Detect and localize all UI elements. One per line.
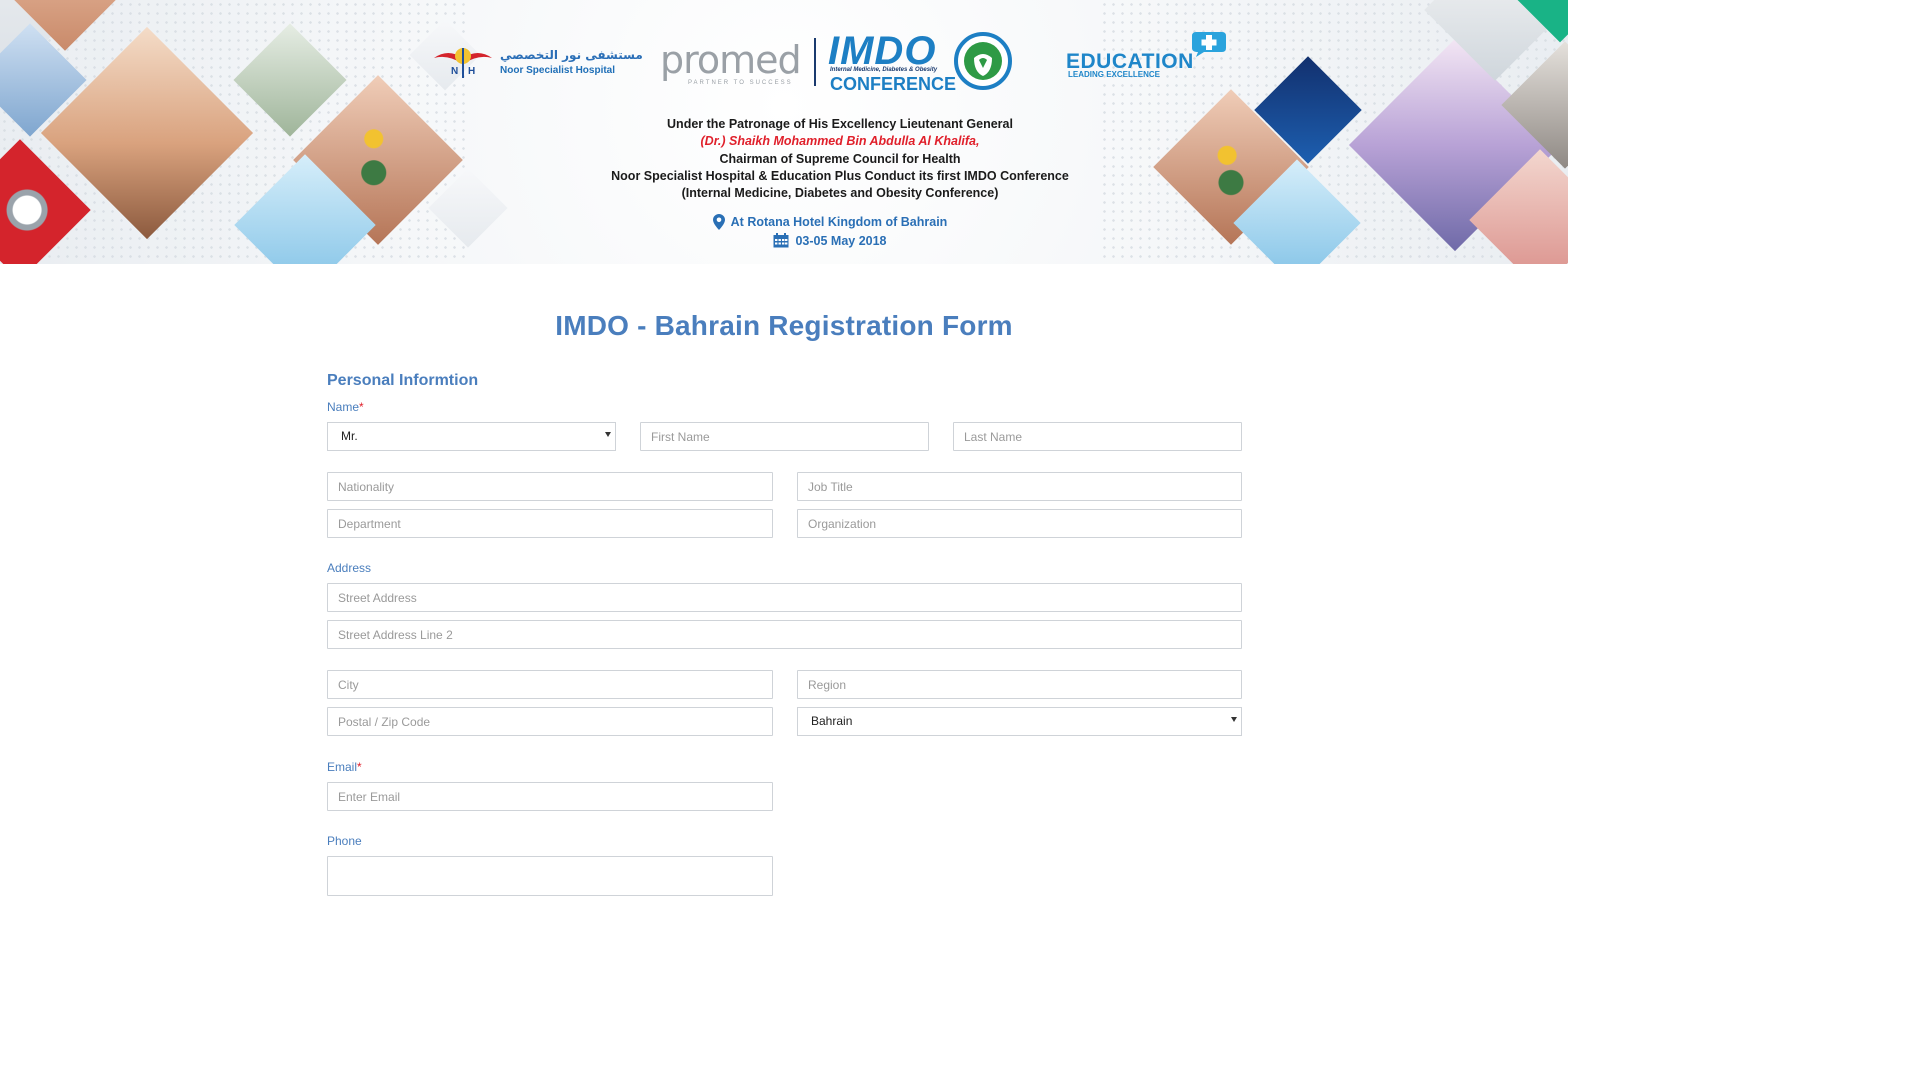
department-input[interactable] [327,509,773,538]
promed-wordmark: promed [660,38,802,82]
street-address-input[interactable] [327,583,1242,612]
patronage-text: Under the Patronage of His Excellency Li… [560,116,1120,202]
phone-input[interactable] [327,856,773,896]
patronage-line1: Under the Patronage of His Excellency Li… [667,117,1013,131]
organization-input[interactable] [797,509,1242,538]
venue-text: At Rotana Hotel Kingdom of Bahrain [730,214,948,229]
noor-specialist-hospital-logo: N H مستشفى نور التخصصي Noor Specialist H… [432,40,643,84]
last-name-input[interactable] [953,422,1242,451]
imdo-conference-word: CONFERENCE [830,74,957,94]
street-address-line2-input[interactable] [327,620,1242,649]
email-label-text: Email [327,760,358,774]
date-text: 03-05 May 2018 [795,233,887,248]
imdo-subtitle: Internal Medicine, Diabetes & Obesity [830,67,938,73]
patronage-name: (Dr.) Shaikh Mohammed Bin Abdulla Al Kha… [700,134,980,149]
imdo-conference-logo: IMDO Internal Medicine, Diabetes & Obesi… [828,30,1018,94]
patronage-line3: Chairman of Supreme Council for Health [719,151,961,166]
venue-info: At Rotana Hotel Kingdom of Bahrain 03-05… [680,212,980,250]
country-value: Bahrain [811,714,853,728]
nationality-input[interactable] [327,472,773,501]
first-name-input[interactable] [640,422,929,451]
form-title: IMDO - Bahrain Registration Form [555,310,1013,341]
promed-tagline: PARTNER TO SUCCESS [688,80,793,86]
promed-logo: promed PARTNER TO SUCCESS [660,40,802,86]
nsh-emblem-icon: N H [434,48,492,78]
email-label: Email* [327,760,362,774]
calendar-icon [773,233,789,248]
venue-row: At Rotana Hotel Kingdom of Bahrain [680,212,980,231]
country-select[interactable]: Bahrain [797,707,1242,736]
email-input[interactable] [327,782,773,811]
svg-text:H: H [468,66,475,77]
hospital-name-english: Noor Specialist Hospital [500,65,616,76]
required-mark: * [359,400,364,414]
education-tagline: LEADING EXCELLENCE [1068,70,1161,79]
salutation-select[interactable]: Mr. [327,422,616,451]
address-label: Address [327,561,372,575]
svg-text:N: N [451,66,458,77]
imdo-wordmark: IMDO [828,29,937,73]
salutation-value: Mr. [341,429,358,443]
job-title-input[interactable] [797,472,1242,501]
apple-heart-badge-icon [954,32,1012,90]
city-input[interactable] [327,670,773,699]
phone-label: Phone [327,834,362,848]
education-plus-logo: EDUCATION LEADING EXCELLENCE [1066,30,1236,82]
patronage-line4: Noor Specialist Hospital & Education Plu… [611,168,1069,183]
postal-code-input[interactable] [327,707,773,736]
name-label: Name* [327,400,364,414]
dropdown-caret-icon [1231,717,1237,722]
section-title-personal: Personal Informtion [327,372,479,389]
required-mark: * [357,760,362,774]
speech-bubble-plus-icon [1192,32,1226,57]
conference-banner: N H مستشفى نور التخصصي Noor Specialist H… [0,0,1568,264]
logo-divider [814,38,816,86]
dropdown-caret-icon [605,432,611,437]
name-label-text: Name [327,400,360,414]
location-pin-icon [712,213,725,230]
region-input[interactable] [797,670,1242,699]
hospital-name-arabic: مستشفى نور التخصصي [500,48,643,62]
date-row: 03-05 May 2018 [680,231,980,250]
patronage-line5: (Internal Medicine, Diabetes and Obesity… [681,186,999,201]
